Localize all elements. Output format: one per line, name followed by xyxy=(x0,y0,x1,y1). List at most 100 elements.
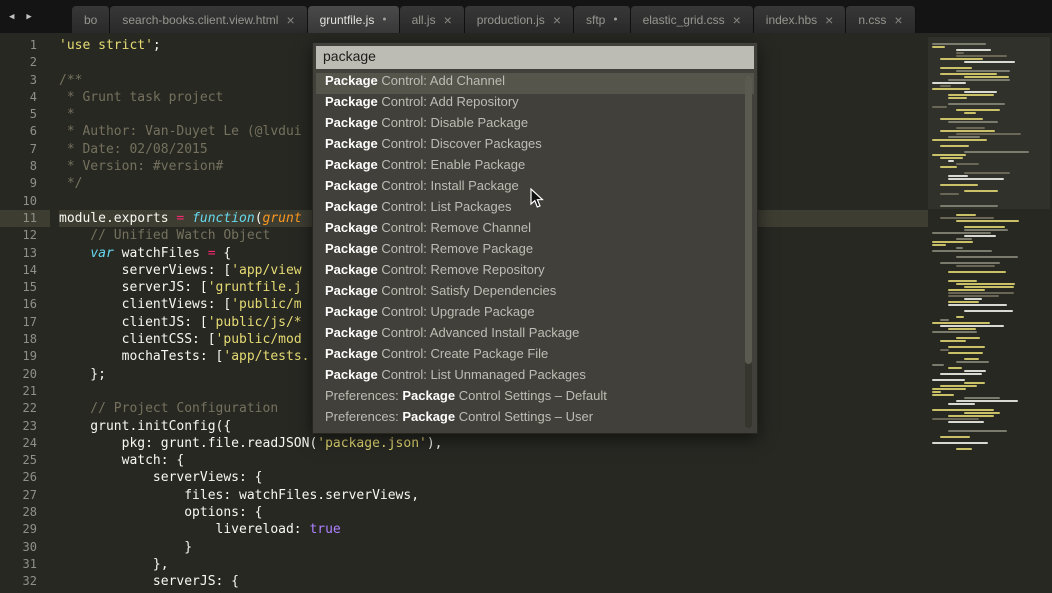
tab-close-icon[interactable]: × xyxy=(894,13,902,27)
code-line[interactable]: serverViews: { xyxy=(59,469,928,486)
minimap-line xyxy=(948,178,1004,180)
minimap-line xyxy=(932,394,954,396)
palette-item-rest: Control Settings – User xyxy=(455,409,593,424)
code-line[interactable]: } xyxy=(59,539,928,556)
tab-search-books.client.view.html[interactable]: search-books.client.view.html× xyxy=(110,6,307,33)
minimap-line xyxy=(932,82,966,84)
minimap-line xyxy=(964,358,979,360)
tab-label: n.css xyxy=(858,13,886,27)
minimap-line xyxy=(964,382,985,384)
tab-elastic_grid.css[interactable]: elastic_grid.css× xyxy=(631,6,754,33)
minimap-line xyxy=(932,442,988,444)
code-line[interactable]: watch: { xyxy=(59,452,928,469)
nav-arrows: ◀ ▶ xyxy=(0,0,72,33)
palette-item[interactable]: Preferences: Package Control Settings – … xyxy=(316,388,754,409)
minimap-line xyxy=(940,130,995,132)
code-line[interactable]: files: watchFiles.serverViews, xyxy=(59,487,928,504)
code-token: clientViews: [ xyxy=(59,297,231,312)
tab-close-icon[interactable]: × xyxy=(825,13,833,27)
palette-item[interactable]: Package Control: Discover Packages xyxy=(316,136,754,157)
minimap-line xyxy=(932,139,987,141)
tab-close-icon[interactable]: × xyxy=(553,13,561,27)
minimap-line xyxy=(948,328,976,330)
minimap[interactable] xyxy=(932,37,1050,451)
tab-close-icon[interactable]: × xyxy=(444,13,452,27)
palette-item[interactable]: Package Control: Disable Package xyxy=(316,115,754,136)
code-token: 'app/view xyxy=(231,263,301,278)
code-token: * Version: #version# xyxy=(59,159,223,174)
minimap-line xyxy=(940,205,998,207)
code-line[interactable]: pkg: grunt.file.readJSON('package.json')… xyxy=(59,435,928,452)
tab-index.hbs[interactable]: index.hbs × xyxy=(754,6,847,33)
palette-item[interactable]: Package Control: Enable Package xyxy=(316,157,754,178)
palette-item[interactable]: Package Control: Add Repository xyxy=(316,94,754,115)
code-token: }; xyxy=(59,367,106,382)
minimap-line xyxy=(932,223,1050,225)
palette-item[interactable]: Package Control: Create Package File xyxy=(316,346,754,367)
palette-item-match: Package xyxy=(325,304,378,319)
tab-gruntfile.js[interactable]: gruntfile.js● xyxy=(308,6,400,33)
code-token: 'use strict' xyxy=(59,38,153,53)
code-line[interactable]: livereload: true xyxy=(59,521,928,538)
tab-production.js[interactable]: production.js× xyxy=(465,6,574,33)
palette-scrollbar-thumb[interactable] xyxy=(745,75,752,364)
line-number: 23 xyxy=(0,418,50,435)
minimap-line xyxy=(932,40,1050,42)
tab-sftp[interactable]: sftp● xyxy=(574,6,631,33)
minimap-line xyxy=(932,187,1050,189)
code-token: 'public/m xyxy=(231,297,301,312)
minimap-line xyxy=(932,379,965,381)
tab-bo[interactable]: bo xyxy=(72,6,110,33)
palette-item[interactable]: Package Control: Remove Package xyxy=(316,241,754,262)
palette-item[interactable]: Package Control: Upgrade Package xyxy=(316,304,754,325)
nav-back-icon[interactable]: ◀ xyxy=(9,12,14,22)
code-line[interactable]: serverJS: { xyxy=(59,573,928,590)
code-token xyxy=(184,211,192,226)
minimap-line xyxy=(956,283,1015,285)
palette-item-rest: Control: Add Channel xyxy=(378,73,505,88)
minimap-line xyxy=(932,106,947,108)
minimap-line xyxy=(932,418,979,420)
palette-item[interactable]: Preferences: Package Control Settings – … xyxy=(316,409,754,430)
nav-forward-icon[interactable]: ▶ xyxy=(26,12,31,22)
minimap-line xyxy=(964,412,1000,414)
code-line[interactable]: options: { xyxy=(59,504,928,521)
palette-item[interactable]: Package Control: Add Channel xyxy=(316,73,754,94)
line-number: 10 xyxy=(0,193,50,210)
code-token: } xyxy=(59,540,192,555)
palette-item[interactable]: Package Control: Remove Channel xyxy=(316,220,754,241)
palette-item[interactable]: Package Control: Remove Repository xyxy=(316,262,754,283)
palette-item[interactable]: Package Control: Advanced Install Packag… xyxy=(316,325,754,346)
minimap-line xyxy=(964,235,996,237)
minimap-line xyxy=(932,439,1050,441)
palette-item[interactable]: Package Control: Satisfy Dependencies xyxy=(316,283,754,304)
tab-close-icon[interactable]: × xyxy=(286,13,294,27)
minimap-line xyxy=(964,76,1009,78)
code-token: clientJS: [ xyxy=(59,315,208,330)
palette-scrollbar[interactable] xyxy=(745,75,752,428)
palette-item-match: Package xyxy=(325,94,378,109)
command-palette-input[interactable]: package xyxy=(316,46,754,69)
line-number: 20 xyxy=(0,366,50,383)
tab-all.js[interactable]: all.js× xyxy=(400,6,465,33)
code-token: serverJS: [ xyxy=(59,280,208,295)
tab-n.css[interactable]: n.css × xyxy=(846,6,915,33)
minimap-line xyxy=(932,244,946,246)
minimap-line xyxy=(932,199,1050,201)
line-number: 3 xyxy=(0,72,50,89)
minimap-line xyxy=(964,286,1014,288)
code-line[interactable]: }, xyxy=(59,556,928,573)
minimap-line xyxy=(932,424,1050,426)
palette-item[interactable]: Package Control: List Unmanaged Packages xyxy=(316,367,754,388)
line-number: 31 xyxy=(0,556,50,573)
minimap-line xyxy=(932,334,1050,336)
palette-item-match: Package xyxy=(325,220,378,235)
minimap-line xyxy=(956,49,991,51)
line-number: 24 xyxy=(0,435,50,452)
tab-close-icon[interactable]: × xyxy=(733,13,741,27)
dirty-indicator-icon: ● xyxy=(382,16,386,23)
minimap-line xyxy=(956,316,964,318)
minimap-line xyxy=(932,196,1050,198)
tab-label: index.hbs xyxy=(766,13,817,27)
code-token: var xyxy=(90,246,113,261)
